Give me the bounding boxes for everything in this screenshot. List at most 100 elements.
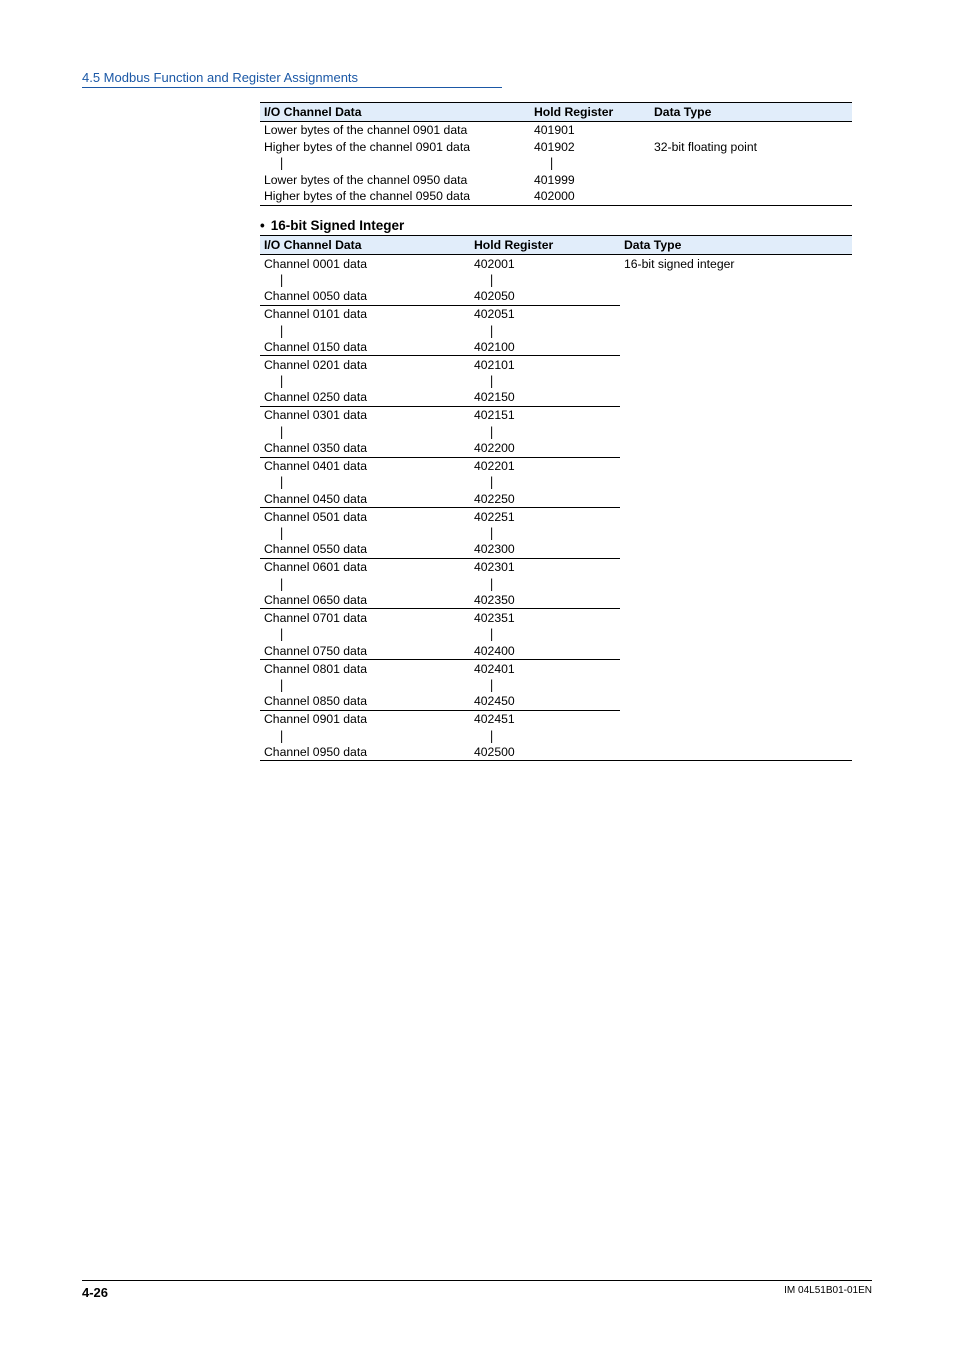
- col-io-channel-data: I/O Channel Data: [260, 103, 530, 122]
- table-row: Channel 0850 data402450: [260, 693, 852, 710]
- cell-ellipsis: |: [260, 424, 470, 440]
- cell-register: 402201: [470, 457, 620, 474]
- cell-channel: Channel 0601 data: [260, 558, 470, 575]
- cell-channel: Higher bytes of the channel 0950 data: [260, 188, 530, 205]
- col-hold-register: Hold Register: [470, 235, 620, 254]
- table-row: Channel 0050 data402050: [260, 288, 852, 305]
- cell-register: 402500: [470, 744, 620, 761]
- io-channel-table-2: I/O Channel Data Hold Register Data Type…: [260, 235, 852, 762]
- cell-type: [620, 728, 852, 744]
- cell-channel: Channel 0401 data: [260, 457, 470, 474]
- table-row: Channel 0650 data402350: [260, 592, 852, 609]
- cell-channel: Channel 0101 data: [260, 305, 470, 322]
- cell-type: [620, 558, 852, 575]
- table-row: ||: [260, 373, 852, 389]
- cell-register: 402451: [470, 710, 620, 727]
- cell-channel: Channel 0050 data: [260, 288, 470, 305]
- cell-channel: Channel 0450 data: [260, 491, 470, 508]
- cell-type: [620, 406, 852, 423]
- cell-type: [620, 576, 852, 592]
- cell-register: 402200: [470, 440, 620, 457]
- cell-ellipsis: |: [260, 155, 530, 171]
- cell-register: 402250: [470, 491, 620, 508]
- cell-register: 402001: [470, 255, 620, 272]
- cell-ellipsis: |: [260, 323, 470, 339]
- cell-channel: Lower bytes of the channel 0901 data: [260, 122, 530, 139]
- cell-type: [620, 710, 852, 727]
- col-data-type: Data Type: [650, 103, 852, 122]
- table-row: Channel 0750 data402400: [260, 643, 852, 660]
- cell-ellipsis: |: [260, 525, 470, 541]
- cell-channel: Channel 0150 data: [260, 339, 470, 356]
- table-row: Lower bytes of the channel 0950 data 401…: [260, 172, 852, 188]
- cell-ellipsis: |: [530, 155, 650, 171]
- cell-type: [620, 389, 852, 406]
- cell-type: [620, 643, 852, 660]
- cell-ellipsis: |: [260, 728, 470, 744]
- cell-channel: Channel 0550 data: [260, 541, 470, 558]
- cell-register: 401999: [530, 172, 650, 188]
- cell-register: 402351: [470, 609, 620, 626]
- cell-ellipsis: |: [260, 677, 470, 693]
- table-row: Channel 0901 data402451: [260, 710, 852, 727]
- cell-type: [620, 525, 852, 541]
- table-header-row: I/O Channel Data Hold Register Data Type: [260, 103, 852, 122]
- cell-register: 401902: [530, 139, 650, 155]
- cell-type: [650, 172, 852, 188]
- col-hold-register: Hold Register: [530, 103, 650, 122]
- cell-ellipsis: |: [470, 626, 620, 642]
- table-row: Channel 0450 data402250: [260, 491, 852, 508]
- table-row: ||: [260, 323, 852, 339]
- cell-ellipsis: |: [470, 728, 620, 744]
- cell-type: 16-bit signed integer: [620, 255, 852, 272]
- cell-ellipsis: |: [260, 474, 470, 490]
- cell-type: [620, 272, 852, 288]
- page-number: 4-26: [82, 1285, 108, 1300]
- table-row: Channel 0950 data402500: [260, 744, 852, 761]
- cell-ellipsis: |: [260, 272, 470, 288]
- cell-type: [620, 744, 852, 761]
- col-data-type: Data Type: [620, 235, 852, 254]
- table-row: ||: [260, 424, 852, 440]
- cell-channel: Channel 0301 data: [260, 406, 470, 423]
- table-row: ||: [260, 576, 852, 592]
- cell-ellipsis: |: [470, 576, 620, 592]
- cell-ellipsis: |: [470, 424, 620, 440]
- cell-type: [620, 677, 852, 693]
- table-row: Channel 0701 data402351: [260, 609, 852, 626]
- cell-ellipsis: |: [470, 677, 620, 693]
- cell-register: 402050: [470, 288, 620, 305]
- cell-type: [620, 373, 852, 389]
- cell-register: 402350: [470, 592, 620, 609]
- table-row: ||: [260, 272, 852, 288]
- cell-register: 402100: [470, 339, 620, 356]
- table-row: Channel 0101 data402051: [260, 305, 852, 322]
- cell-ellipsis: |: [470, 474, 620, 490]
- cell-register: 402000: [530, 188, 650, 205]
- cell-type: [620, 424, 852, 440]
- cell-register: 402450: [470, 693, 620, 710]
- cell-ellipsis: |: [470, 525, 620, 541]
- cell-type: 32-bit floating point: [650, 139, 852, 155]
- io-channel-table-1: I/O Channel Data Hold Register Data Type…: [260, 102, 852, 206]
- table-row: Higher bytes of the channel 0950 data 40…: [260, 188, 852, 205]
- col-io-channel-data: I/O Channel Data: [260, 235, 470, 254]
- table-row: Channel 0301 data402151: [260, 406, 852, 423]
- cell-register: 401901: [530, 122, 650, 139]
- table-row: ||: [260, 677, 852, 693]
- table-row: Channel 0601 data402301: [260, 558, 852, 575]
- table-row: Channel 0201 data402101: [260, 356, 852, 373]
- cell-register: 402150: [470, 389, 620, 406]
- bullet-icon: •: [260, 218, 265, 233]
- table-row: Channel 0350 data402200: [260, 440, 852, 457]
- cell-type: [620, 339, 852, 356]
- cell-type: [620, 305, 852, 322]
- cell-channel: Channel 0350 data: [260, 440, 470, 457]
- cell-type: [620, 693, 852, 710]
- cell-channel: Channel 0750 data: [260, 643, 470, 660]
- cell-ellipsis: |: [470, 323, 620, 339]
- cell-channel: Channel 0850 data: [260, 693, 470, 710]
- cell-register: 402300: [470, 541, 620, 558]
- cell-register: 402101: [470, 356, 620, 373]
- cell-register: 402051: [470, 305, 620, 322]
